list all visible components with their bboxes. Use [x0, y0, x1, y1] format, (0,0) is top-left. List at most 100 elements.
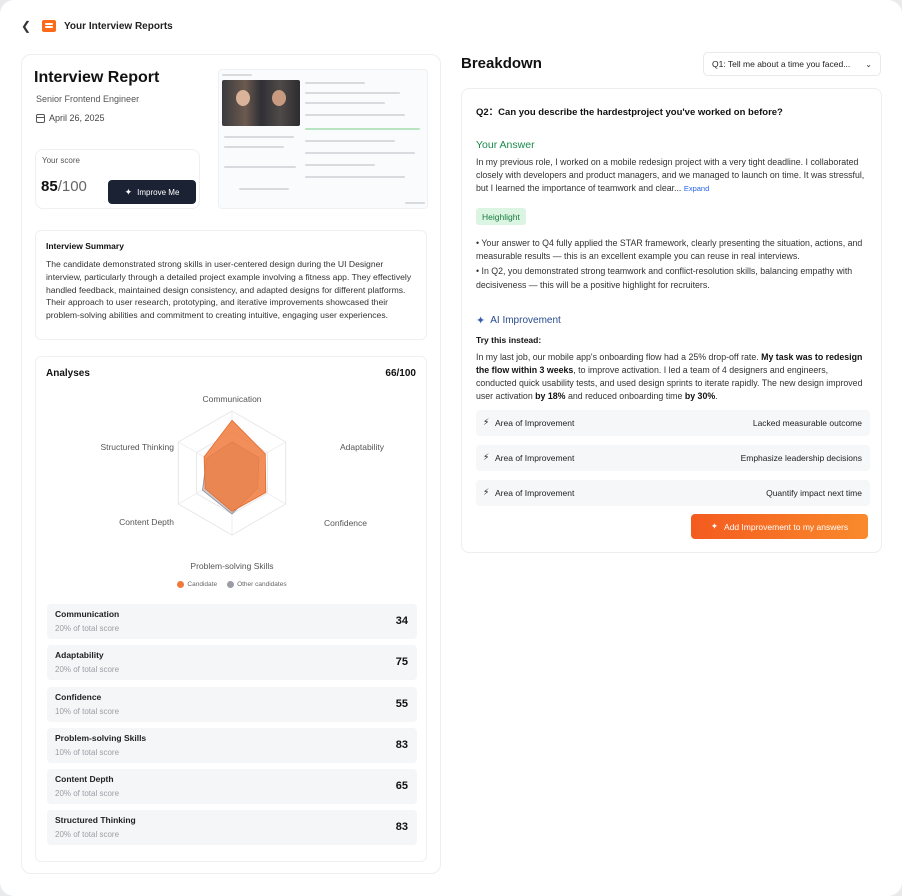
page-title: Your Interview Reports — [64, 20, 173, 32]
interview-summary: Interview Summary The candidate demonstr… — [35, 230, 427, 340]
metric-value: 83 — [395, 821, 408, 834]
add-improvement-label: Add Improvement to my answers — [723, 521, 849, 532]
score-total: /100 — [57, 178, 87, 195]
metric-list: Communication 20% of total score 34 Adap… — [47, 604, 417, 852]
score-number: 85 — [41, 178, 58, 195]
radar-axis-label: Adaptability — [340, 442, 385, 452]
summary-title: Interview Summary — [46, 241, 124, 251]
metric-name: Adaptability — [55, 650, 104, 661]
analyses-card: Analyses 66/100 Communication Adaptabilit… — [35, 356, 427, 862]
sparkle-icon: ✦ — [124, 186, 133, 197]
expand-link[interactable]: Expand — [684, 184, 709, 193]
chart-legend: Candidate Other candidates — [36, 581, 428, 588]
radar-axis-label: Structured Thinking — [100, 442, 174, 452]
thumb-line — [305, 114, 405, 116]
try-instead-label: Try this instead: — [476, 335, 542, 345]
text-segment: In my last job, our mobile app's onboard… — [476, 352, 762, 362]
radar-axis-label: Communication — [202, 394, 261, 404]
analyses-score: 66/100 — [385, 368, 416, 379]
report-date: April 26, 2025 — [36, 113, 105, 123]
metric-weight: 10% of total score — [55, 747, 120, 757]
thumb-line — [305, 176, 405, 178]
thumb-line — [305, 102, 385, 104]
metric-value: 83 — [395, 738, 408, 751]
metric-row: Adaptability 20% of total score 75 — [47, 645, 417, 681]
thumb-line — [224, 136, 294, 138]
analyses-title: Analyses — [46, 368, 90, 379]
legend-dot — [227, 581, 235, 588]
metric-weight: 20% of total score — [55, 665, 120, 675]
text-segment: and reduced onboarding time — [565, 391, 685, 401]
area-label: Area of Improvement — [495, 418, 575, 428]
improve-me-label: Improve Me — [137, 187, 180, 197]
metric-weight: 20% of total score — [55, 830, 120, 840]
lightning-icon: ⚡︎ — [483, 487, 490, 497]
improvement-areas: ⚡︎ Area of Improvement Lacked measurable… — [476, 410, 870, 515]
metric-weight: 20% of total score — [55, 789, 120, 799]
chevron-down-icon: ⌄ — [865, 59, 872, 69]
metric-row: Problem-solving Skills 10% of total scor… — [47, 727, 417, 763]
summary-text: The candidate demonstrated strong skills… — [46, 259, 412, 321]
thumb-line — [305, 164, 375, 166]
legend-item-candidate: Candidate — [177, 581, 217, 588]
lightning-icon: ⚡︎ — [483, 417, 490, 427]
question-select[interactable]: Q1: Tell me about a time you faced... ⌄ — [703, 52, 881, 76]
score-value: 85/100 — [41, 178, 87, 195]
metric-value: 65 — [395, 780, 408, 793]
thumb-line — [224, 166, 296, 168]
ai-improvement-label: AI Improvement — [490, 315, 561, 326]
metric-row: Communication 20% of total score 34 — [47, 604, 417, 639]
participant-avatar — [272, 90, 286, 106]
legend-label: Candidate — [187, 581, 218, 588]
area-label: Area of Improvement — [495, 453, 575, 463]
metric-name: Communication — [55, 609, 120, 619]
video-preview — [222, 80, 300, 126]
add-improvement-button[interactable]: ✦ Add Improvement to my answers — [691, 514, 868, 539]
report-date-text: April 26, 2025 — [49, 113, 105, 123]
score-card: Your score 85/100 ✦ Improve Me — [35, 149, 200, 209]
report-panel: Interview Report Senior Frontend Enginee… — [21, 54, 441, 874]
improve-me-button[interactable]: ✦ Improve Me — [108, 180, 196, 204]
metric-name: Problem-solving Skills — [55, 732, 147, 743]
highlight-badge: Heighlight — [476, 208, 526, 225]
legend-dot — [177, 581, 185, 588]
question-text: Q2：Can you describe the hardestproject y… — [476, 107, 783, 118]
breakdown-panel: Q2：Can you describe the hardestproject y… — [461, 88, 882, 553]
metric-name: Structured Thinking — [55, 815, 136, 826]
question-select-value: Q1: Tell me about a time you faced... — [712, 59, 851, 69]
area-value: Lacked measurable outcome — [752, 418, 862, 428]
thumb-line — [239, 188, 289, 190]
score-label: Your score — [42, 156, 80, 165]
metric-value: 55 — [395, 697, 408, 710]
metric-value: 34 — [395, 615, 408, 627]
app-logo-icon — [42, 20, 56, 32]
text-segment: . — [715, 391, 718, 401]
ai-improvement-title: ✦ AI Improvement — [476, 314, 561, 327]
radar-chart: Communication Adaptability Confidence Probl… — [100, 394, 385, 571]
app-window: ❮ Your Interview Reports Interview Repor… — [0, 0, 902, 896]
metric-row: Content Depth 20% of total score 65 — [47, 769, 417, 805]
breakdown-title: Breakdown — [461, 55, 542, 72]
area-label: Area of Improvement — [495, 488, 575, 498]
metric-row: Confidence 10% of total score 55 — [47, 686, 417, 722]
highlight-list: • Your answer to Q4 fully applied the ST… — [476, 237, 871, 294]
radar-axis-label: Content Depth — [119, 517, 174, 527]
thumb-line — [305, 92, 400, 94]
participant-avatar — [236, 90, 250, 106]
calendar-icon — [36, 113, 45, 123]
interview-screenshot-thumbnail[interactable] — [218, 69, 428, 209]
thumb-line — [305, 82, 365, 84]
area-value: Emphasize leadership decisions — [740, 453, 862, 463]
thumb-line — [305, 128, 420, 130]
improvement-area-row: ⚡︎ Area of Improvement Emphasize leaders… — [476, 445, 870, 471]
thumb-line — [305, 152, 415, 154]
highlight-item: • Your answer to Q4 fully applied the ST… — [476, 238, 863, 262]
improvement-area-row: ⚡︎ Area of Improvement Lacked measurable… — [476, 410, 870, 436]
chevron-left-icon[interactable]: ❮ — [18, 18, 34, 34]
report-role: Senior Frontend Engineer — [36, 94, 140, 104]
metric-value: 75 — [395, 656, 408, 669]
radar-axis-label: Confidence — [324, 518, 367, 528]
improvement-area-row: ⚡︎ Area of Improvement Quantify impact n… — [476, 480, 870, 506]
sparkle-icon: ✦ — [710, 521, 718, 531]
improved-answer-text: In my last job, our mobile app's onboard… — [476, 351, 871, 403]
